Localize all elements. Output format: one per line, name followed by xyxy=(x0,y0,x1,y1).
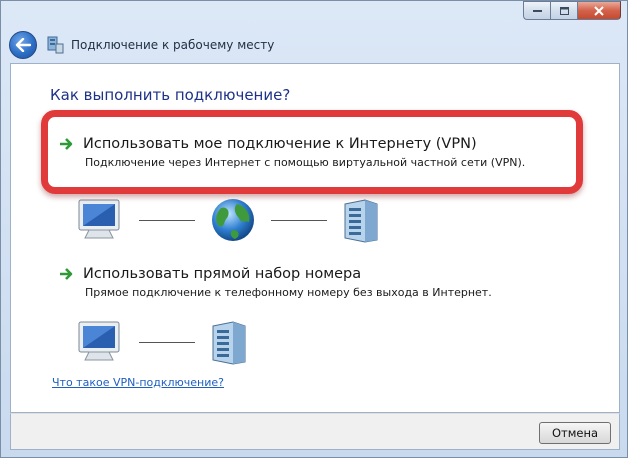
close-icon xyxy=(594,5,604,16)
computer-icon xyxy=(78,199,120,239)
option-dialup[interactable]: Использовать прямой набор номера Прямое … xyxy=(59,266,492,299)
option-vpn-title: Использовать мое подключение к Интернету… xyxy=(83,136,477,152)
server-icon xyxy=(212,321,246,365)
connection-line xyxy=(271,219,327,221)
caption-buttons xyxy=(523,1,621,20)
dialog-window: Подключение к рабочему месту Как выполни… xyxy=(0,0,628,458)
close-button[interactable] xyxy=(577,1,621,20)
footer-bar: Отмена xyxy=(10,413,620,450)
minimize-button[interactable] xyxy=(523,1,550,20)
cancel-button[interactable]: Отмена xyxy=(539,422,611,444)
maximize-icon xyxy=(559,6,569,15)
option-dialup-title: Использовать прямой набор номера xyxy=(83,266,362,282)
green-arrow-icon xyxy=(60,268,73,280)
back-button[interactable] xyxy=(9,31,37,59)
computer-icon xyxy=(78,321,120,361)
window-title: Подключение к рабочему месту xyxy=(71,38,275,52)
connection-line xyxy=(139,219,195,221)
content-panel: Как выполнить подключение? Использовать … xyxy=(10,63,620,413)
vpn-diagram xyxy=(75,196,383,244)
option-dialup-description: Прямое подключение к телефонному номеру … xyxy=(85,286,492,299)
connection-line xyxy=(139,341,195,343)
green-arrow-icon xyxy=(60,138,73,150)
dialup-diagram xyxy=(75,318,251,366)
back-arrow-icon xyxy=(15,38,31,52)
option-vpn-description: Подключение через Интернет с помощью вир… xyxy=(85,156,526,169)
vpn-help-link[interactable]: Что такое VPN-подключение? xyxy=(52,376,224,389)
option-vpn[interactable]: Использовать мое подключение к Интернету… xyxy=(59,136,525,169)
minimize-icon xyxy=(532,10,542,12)
server-icon xyxy=(344,199,378,243)
page-heading: Как выполнить подключение? xyxy=(50,86,291,104)
maximize-button[interactable] xyxy=(550,1,577,20)
globe-icon xyxy=(212,199,254,241)
navigation-bar: Подключение к рабочему месту xyxy=(9,29,621,61)
network-icon xyxy=(47,36,64,54)
